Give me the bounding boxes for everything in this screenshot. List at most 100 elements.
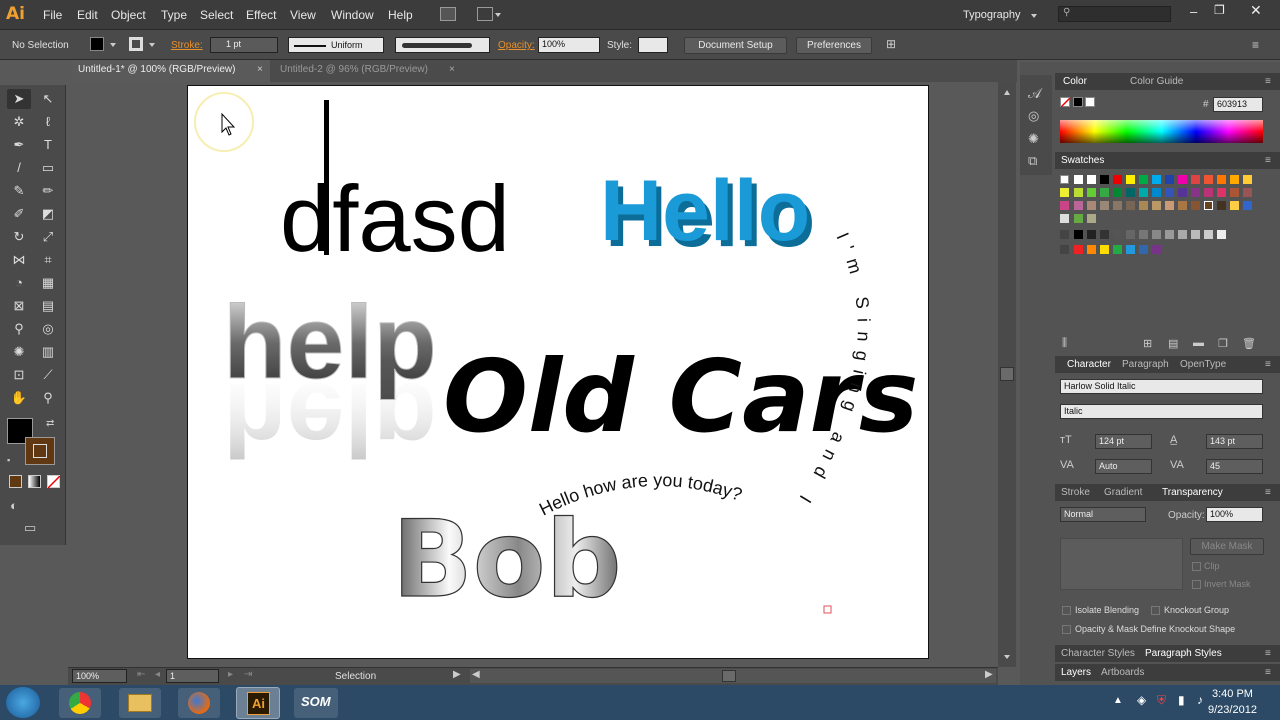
gradient-mode-icon[interactable] xyxy=(28,475,41,488)
tray-app-icon[interactable]: ◈ xyxy=(1137,693,1146,707)
restore-icon[interactable]: ❐ xyxy=(1214,3,1225,17)
new-color-group-icon[interactable]: ▬ xyxy=(1193,337,1204,349)
swatch[interactable] xyxy=(1230,175,1239,184)
clock-time[interactable]: 3:40 PM xyxy=(1212,688,1253,700)
tab-untitled-1[interactable]: Untitled-1* @ 100% (RGB/Preview) × xyxy=(72,60,270,82)
free-transform-tool-icon[interactable]: ⌗ xyxy=(36,250,60,270)
hex-field[interactable]: 603913 xyxy=(1213,97,1263,112)
swatch[interactable] xyxy=(1178,201,1187,210)
swatch[interactable] xyxy=(1139,230,1148,239)
white-color-icon[interactable] xyxy=(1085,97,1095,107)
perspective-grid-tool-icon[interactable]: ▦ xyxy=(36,273,60,293)
swatch-options-icon[interactable]: ▤ xyxy=(1168,337,1178,350)
firefox-taskbar-button[interactable] xyxy=(178,688,220,718)
panel-menu-icon[interactable]: ≡ xyxy=(1252,38,1259,52)
swatch[interactable] xyxy=(1139,245,1148,254)
swatch[interactable] xyxy=(1087,230,1096,239)
swatch[interactable] xyxy=(1113,230,1122,239)
links-icon[interactable]: ⧉ xyxy=(1028,153,1037,169)
blend-tool-icon[interactable]: ◎ xyxy=(36,319,60,339)
symbol-sprayer-tool-icon[interactable]: ✺ xyxy=(7,342,31,362)
rotate-tool-icon[interactable]: ↻ xyxy=(7,227,31,247)
swatch[interactable] xyxy=(1100,245,1109,254)
screen-mode-icon[interactable]: ▭ xyxy=(24,520,36,536)
last-artboard-icon[interactable]: ⇥ xyxy=(244,669,252,680)
tab-color-guide[interactable]: Color Guide xyxy=(1130,76,1183,87)
swatch[interactable] xyxy=(1060,188,1069,197)
swatch[interactable] xyxy=(1191,188,1200,197)
swatch[interactable] xyxy=(1152,188,1161,197)
paintbrush-tool-icon[interactable]: ✎ xyxy=(7,181,31,201)
show-swatch-kinds-icon[interactable]: ⊞ xyxy=(1143,337,1152,350)
next-artboard-icon[interactable]: ▸ xyxy=(228,669,233,680)
align-icon[interactable]: ⊞ xyxy=(886,37,896,51)
scale-tool-icon[interactable]: ⤢ xyxy=(36,227,60,247)
opacity-mask-knockout-checkbox[interactable] xyxy=(1062,625,1071,634)
direct-selection-tool-icon[interactable]: ↖ xyxy=(36,89,60,109)
swatch[interactable] xyxy=(1113,188,1122,197)
isolate-blending-checkbox[interactable] xyxy=(1062,606,1071,615)
blob-brush-tool-icon[interactable]: ✐ xyxy=(7,204,31,224)
swap-colors-icon[interactable]: ⇄ xyxy=(46,418,54,429)
start-button-icon[interactable] xyxy=(6,687,40,718)
selection-tool-icon[interactable]: ➤ xyxy=(7,89,31,109)
panel-menu-icon[interactable]: ≡ xyxy=(1265,155,1271,166)
swatch[interactable] xyxy=(1243,201,1252,210)
panel-menu-icon[interactable]: ≡ xyxy=(1265,487,1271,498)
tray-security-icon[interactable]: ⛨ xyxy=(1157,693,1166,708)
swatch[interactable] xyxy=(1217,175,1226,184)
swatch[interactable] xyxy=(1217,230,1226,239)
swatch[interactable] xyxy=(1204,188,1213,197)
search-input[interactable]: ⚲ xyxy=(1058,6,1171,22)
variable-width-profile[interactable]: Uniform xyxy=(288,37,384,53)
chevron-down-icon[interactable] xyxy=(495,13,501,17)
invert-mask-checkbox[interactable] xyxy=(1192,580,1201,589)
document-setup-button[interactable]: Document Setup xyxy=(684,37,787,54)
chrome-taskbar-button[interactable] xyxy=(59,688,101,718)
swatch-folder[interactable] xyxy=(1060,245,1069,254)
bridge-icon[interactable] xyxy=(440,7,456,21)
font-size-field[interactable]: 124 pt xyxy=(1095,434,1152,449)
swatch[interactable] xyxy=(1100,201,1109,210)
type-tool-icon[interactable]: T xyxy=(36,135,60,155)
swatch[interactable] xyxy=(1087,245,1096,254)
stroke-weight-field[interactable]: 1 pt xyxy=(210,37,278,53)
explorer-taskbar-button[interactable] xyxy=(119,688,161,718)
width-tool-icon[interactable]: ⋈ xyxy=(7,250,31,270)
pen-tool-icon[interactable]: ✒ xyxy=(7,135,31,155)
swatch[interactable] xyxy=(1152,175,1161,184)
eraser-tool-icon[interactable]: ◩ xyxy=(36,204,60,224)
swatch[interactable] xyxy=(1126,175,1135,184)
swatch[interactable] xyxy=(1126,245,1135,254)
scroll-right-icon[interactable]: ▶ xyxy=(985,669,993,680)
preferences-button[interactable]: Preferences xyxy=(796,37,872,54)
tab-opentype[interactable]: OpenType xyxy=(1180,359,1226,370)
arrange-documents-icon[interactable] xyxy=(477,7,493,21)
menu-help[interactable]: Help xyxy=(388,8,413,22)
swatch[interactable] xyxy=(1074,230,1083,239)
swatch[interactable] xyxy=(1139,188,1148,197)
swatch[interactable] xyxy=(1126,201,1135,210)
swatch[interactable] xyxy=(1191,175,1200,184)
swatch[interactable] xyxy=(1113,175,1122,184)
scroll-down-icon[interactable] xyxy=(1004,655,1010,659)
swatch[interactable] xyxy=(1139,201,1148,210)
swatch[interactable] xyxy=(1243,188,1252,197)
color-spectrum[interactable] xyxy=(1060,120,1263,143)
swatch[interactable] xyxy=(1152,201,1161,210)
opacity-label[interactable]: Opacity: xyxy=(498,40,535,51)
font-style-field[interactable]: Italic xyxy=(1060,404,1263,419)
h-scroll-thumb[interactable] xyxy=(722,670,736,682)
graphic-style-picker[interactable] xyxy=(638,37,668,53)
swatch[interactable] xyxy=(1230,188,1239,197)
swatch[interactable] xyxy=(1152,245,1161,254)
knockout-group-checkbox[interactable] xyxy=(1151,606,1160,615)
chevron-down-icon[interactable] xyxy=(110,43,116,47)
menu-object[interactable]: Object xyxy=(111,8,146,22)
swatch[interactable] xyxy=(1100,188,1109,197)
swatch[interactable] xyxy=(1087,214,1096,223)
som-taskbar-button[interactable]: SOM xyxy=(294,688,338,718)
swatch[interactable] xyxy=(1060,201,1069,210)
appearance-icon[interactable]: ✺ xyxy=(1028,131,1039,147)
swatch[interactable] xyxy=(1230,201,1239,210)
